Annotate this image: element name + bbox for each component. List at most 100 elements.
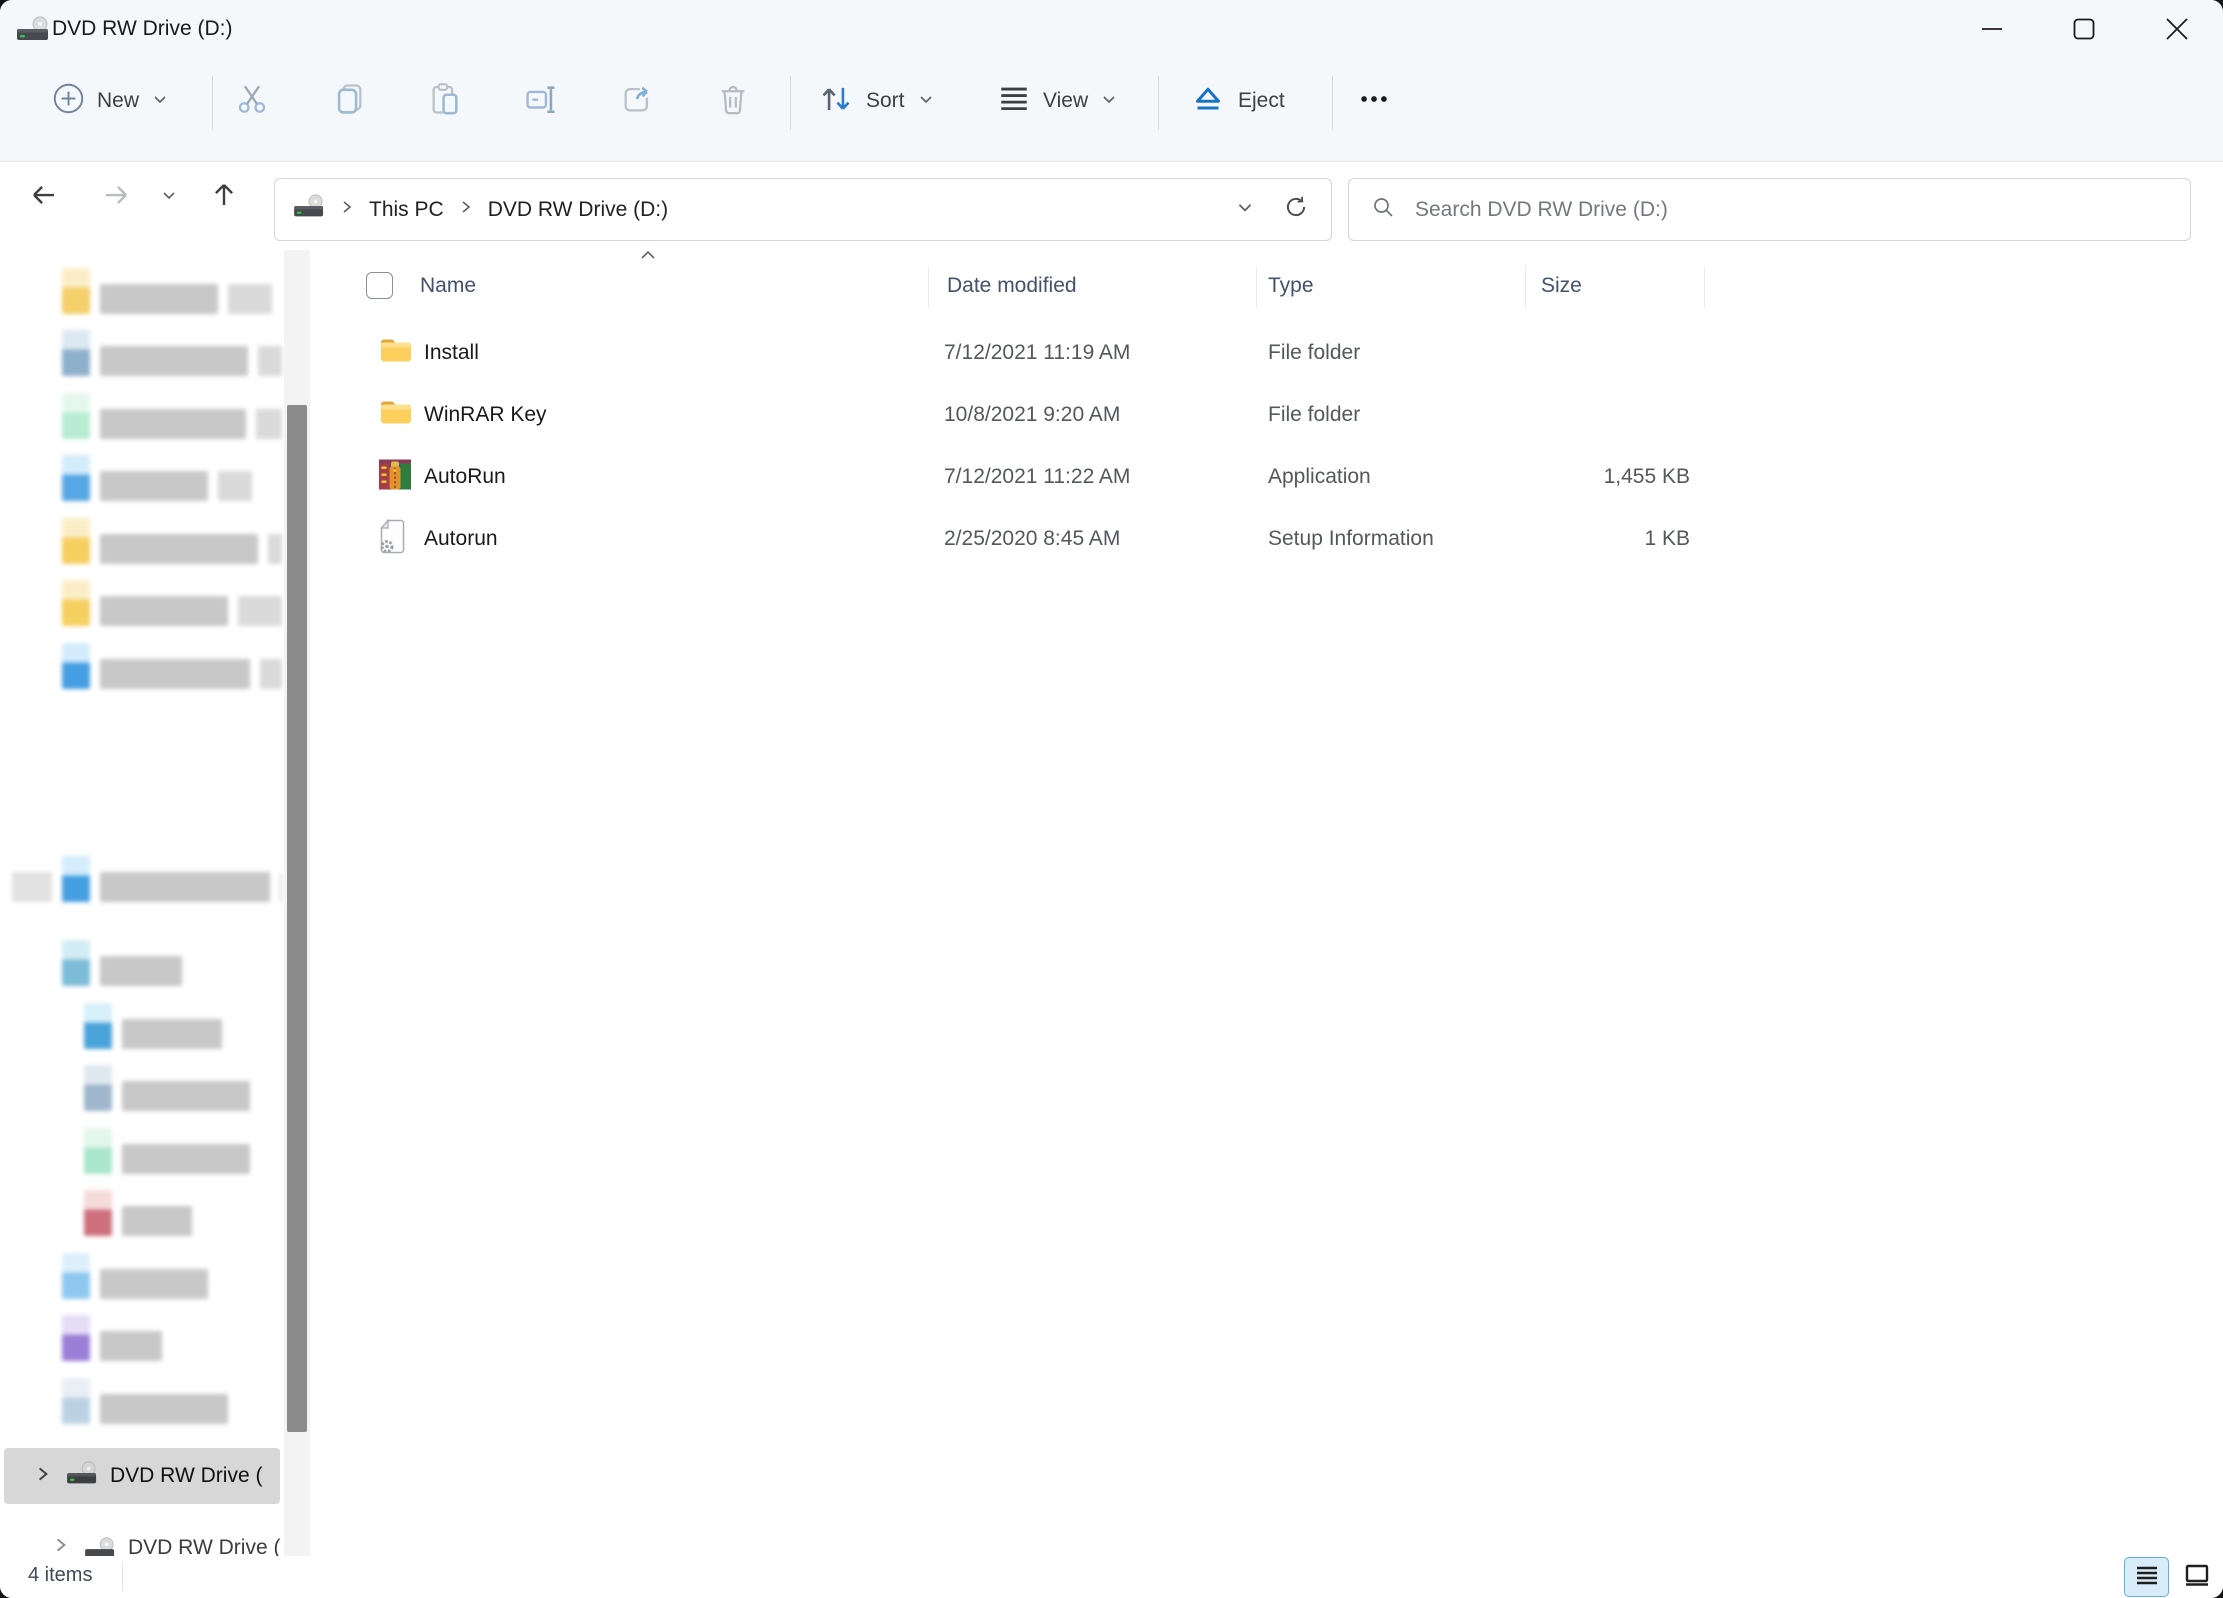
chevron-right-icon[interactable] [34, 1465, 52, 1488]
sidebar-redacted-row [12, 856, 282, 902]
delete-button[interactable] [709, 72, 757, 130]
file-type: Application [1268, 465, 1371, 489]
file-row[interactable]: Install 7/12/2021 11:19 AM File folder [330, 322, 1890, 384]
sidebar-redacted-row [62, 1253, 208, 1299]
sidebar-redacted-row [84, 1190, 192, 1236]
address-bar[interactable]: This PC DVD RW Drive (D:) [274, 178, 1332, 241]
forward-button[interactable] [92, 173, 140, 221]
column-header-type[interactable]: Type [1268, 274, 1314, 298]
column-header-date-modified[interactable]: Date modified [947, 274, 1077, 298]
cut-button[interactable] [228, 72, 276, 130]
more-options-button[interactable] [1350, 72, 1398, 130]
folder-icon [378, 336, 414, 371]
sidebar-scrollbar-track[interactable] [284, 250, 310, 1556]
chevron-down-icon [1100, 90, 1118, 113]
file-name: Install [424, 341, 479, 365]
paste-button[interactable] [421, 72, 469, 130]
eject-icon [1190, 81, 1226, 122]
toolbar-separator [1332, 76, 1333, 130]
breadcrumb-current-drive[interactable]: DVD RW Drive (D:) [488, 198, 668, 222]
view-lines-icon [997, 82, 1031, 121]
column-separator[interactable] [928, 266, 929, 308]
forward-arrow-icon [101, 180, 131, 215]
new-button[interactable]: New [40, 72, 181, 130]
view-button[interactable]: View [985, 72, 1130, 130]
window-title: DVD RW Drive (D:) [52, 17, 232, 41]
sidebar-scrollbar-thumb[interactable] [287, 405, 307, 1432]
chevron-right-icon [52, 1536, 70, 1556]
file-name: AutoRun [424, 465, 506, 489]
thumbnail-view-toggle[interactable] [2174, 1557, 2219, 1597]
new-plus-icon [52, 82, 85, 120]
sort-button[interactable]: Sort [806, 72, 947, 130]
up-button[interactable] [200, 173, 248, 221]
address-dropdown-chevron-icon[interactable] [1235, 197, 1255, 222]
file-type: File folder [1268, 403, 1360, 427]
status-separator [122, 1562, 123, 1591]
refresh-icon[interactable] [1283, 194, 1309, 225]
search-input[interactable] [1413, 197, 2190, 223]
sidebar-redacted-row [62, 518, 282, 564]
dvd-drive-icon [84, 1536, 118, 1556]
navigation-row: This PC DVD RW Drive (D:) [0, 163, 2223, 250]
back-arrow-icon [29, 180, 59, 215]
breadcrumb-this-pc[interactable]: This PC [369, 198, 444, 222]
file-date-modified: 7/12/2021 11:22 AM [944, 465, 1130, 489]
sidebar-partial-label: DVD RW Drive (D [128, 1536, 282, 1556]
share-icon [620, 82, 654, 121]
column-header-name[interactable]: Name [420, 274, 476, 298]
paste-icon [428, 82, 462, 121]
column-header-size[interactable]: Size [1541, 274, 1582, 298]
title-bar: DVD RW Drive (D:) [0, 0, 2223, 60]
chevron-down-icon [151, 90, 169, 113]
recent-locations-button[interactable] [150, 173, 188, 221]
toolbar-separator [790, 76, 791, 130]
cut-icon [235, 82, 269, 121]
sidebar-selected-label: DVD RW Drive ( [110, 1464, 262, 1488]
details-view-toggle[interactable] [2124, 1557, 2169, 1597]
back-button[interactable] [20, 173, 68, 221]
rename-icon [524, 82, 558, 121]
rename-button[interactable] [517, 72, 565, 130]
toolbar-separator [212, 76, 213, 130]
close-button[interactable] [2130, 0, 2223, 58]
sidebar-item-dvd-drive-partial[interactable]: DVD RW Drive (D [0, 1534, 282, 1556]
recent-locations-chevron-icon [160, 186, 178, 209]
view-button-label: View [1043, 89, 1088, 113]
sidebar-redacted-row [84, 1003, 222, 1049]
column-separator[interactable] [1704, 266, 1705, 308]
file-row[interactable]: WinRAR Key 10/8/2021 9:20 AM File folder [330, 384, 1890, 446]
column-separator[interactable] [1256, 266, 1257, 308]
minimize-button[interactable] [1946, 0, 2038, 58]
item-count: 4 items [28, 1564, 92, 1587]
sidebar-redacted-row [84, 1128, 250, 1174]
select-all-checkbox[interactable] [366, 272, 393, 299]
folder-icon [378, 398, 414, 433]
sidebar-redacted-row [62, 268, 272, 314]
dvd-drive-icon [66, 1460, 100, 1493]
sidebar-redacted-row [62, 393, 282, 439]
dvd-drive-icon [16, 15, 52, 50]
search-icon [1371, 195, 1395, 224]
sidebar-redacted-row [62, 643, 282, 689]
sidebar-redacted-row [62, 580, 282, 626]
file-size: 1 KB [1500, 527, 1690, 551]
column-separator[interactable] [1525, 266, 1526, 308]
chevron-right-icon [339, 199, 355, 220]
file-row[interactable]: Autorun 2/25/2020 8:45 AM Setup Informat… [330, 508, 1890, 570]
command-toolbar: New [0, 60, 2223, 162]
file-name: WinRAR Key [424, 403, 547, 427]
share-button[interactable] [613, 72, 661, 130]
new-button-label: New [97, 89, 139, 113]
thumbnail-view-icon [2183, 1561, 2211, 1594]
file-type: Setup Information [1268, 527, 1434, 551]
eject-button-label: Eject [1238, 89, 1285, 113]
sidebar-item-dvd-drive-selected[interactable]: DVD RW Drive ( [4, 1448, 280, 1504]
sidebar-redacted-row [62, 940, 182, 986]
eject-button[interactable]: Eject [1178, 72, 1297, 130]
dvd-drive-icon [293, 193, 327, 226]
maximize-button[interactable] [2038, 0, 2130, 58]
copy-button[interactable] [325, 72, 373, 130]
sort-button-label: Sort [866, 89, 905, 113]
file-row[interactable]: AutoRun 7/12/2021 11:22 AM Application 1… [330, 446, 1890, 508]
